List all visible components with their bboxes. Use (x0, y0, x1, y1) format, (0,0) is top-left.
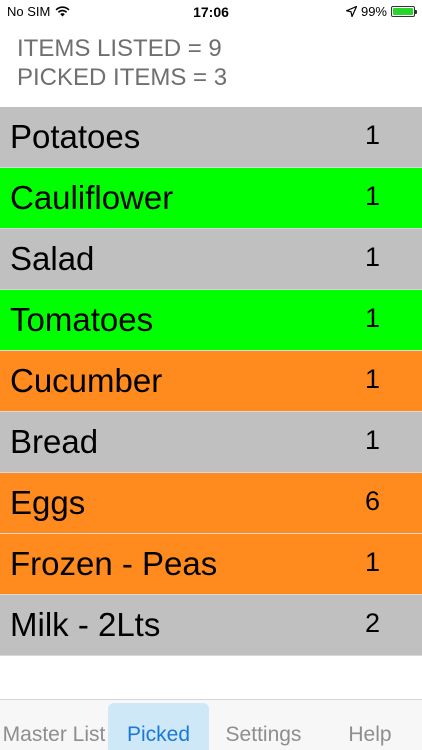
tab-help[interactable]: Help (318, 700, 422, 750)
item-name: Cucumber (10, 362, 163, 399)
list-item[interactable]: Salad 1 (0, 229, 422, 290)
item-quantity: 1 (364, 425, 380, 455)
picked-items-count: PICKED ITEMS = 3 (17, 64, 228, 91)
item-quantity: 2 (364, 608, 380, 638)
item-quantity: 1 (364, 303, 380, 333)
status-right: 99% (345, 4, 417, 19)
tab-picked[interactable]: Picked (108, 703, 209, 750)
item-quantity: 1 (364, 120, 380, 150)
list-item[interactable]: Tomatoes 1 (0, 290, 422, 351)
item-quantity: 1 (364, 547, 380, 577)
tab-settings[interactable]: Settings (209, 700, 318, 750)
item-name: Salad (10, 240, 95, 277)
tab-bar: Master List Picked Settings Help (0, 699, 422, 750)
shopping-list: Potatoes 1 Cauliflower 1 Salad 1 Tomatoes 1 Cucu… (0, 107, 422, 656)
item-name: Eggs (10, 484, 86, 521)
tab-label: Help (348, 723, 392, 746)
item-name: Cauliflower (10, 179, 174, 216)
list-item[interactable]: Cucumber 1 (0, 351, 422, 412)
tab-master-list[interactable]: Master List (0, 700, 108, 750)
item-quantity: 6 (364, 486, 380, 516)
items-listed-count: ITEMS LISTED = 9 (17, 35, 222, 62)
list-item[interactable]: Eggs 6 (0, 473, 422, 534)
item-name: Bread (10, 423, 99, 460)
list-item[interactable]: Milk - 2Lts 2 (0, 595, 422, 656)
tab-label: Master List (2, 723, 106, 746)
list-item[interactable]: Cauliflower 1 (0, 168, 422, 229)
item-name: Potatoes (10, 118, 141, 155)
list-item[interactable]: Potatoes 1 (0, 107, 422, 168)
summary: ITEMS LISTED = 9 PICKED ITEMS = 3 (17, 34, 227, 92)
item-name: Tomatoes (10, 301, 154, 338)
list-item[interactable]: Bread 1 (0, 412, 422, 473)
item-quantity: 1 (364, 364, 380, 394)
item-quantity: 1 (364, 181, 380, 211)
tab-label: Picked (126, 723, 191, 746)
location-arrow-icon (345, 6, 357, 17)
battery-level (393, 8, 413, 15)
item-quantity: 1 (364, 242, 380, 272)
battery-nub (415, 10, 417, 14)
tab-label: Settings (225, 723, 302, 746)
item-name: Milk - 2Lts (10, 606, 161, 643)
list-item[interactable]: Frozen - Peas 1 (0, 534, 422, 595)
battery-percent: 99% (360, 4, 387, 19)
battery-icon (391, 6, 417, 17)
item-name: Frozen - Peas (10, 545, 218, 582)
status-bar: No SIM 17:06 99% (0, 0, 422, 24)
